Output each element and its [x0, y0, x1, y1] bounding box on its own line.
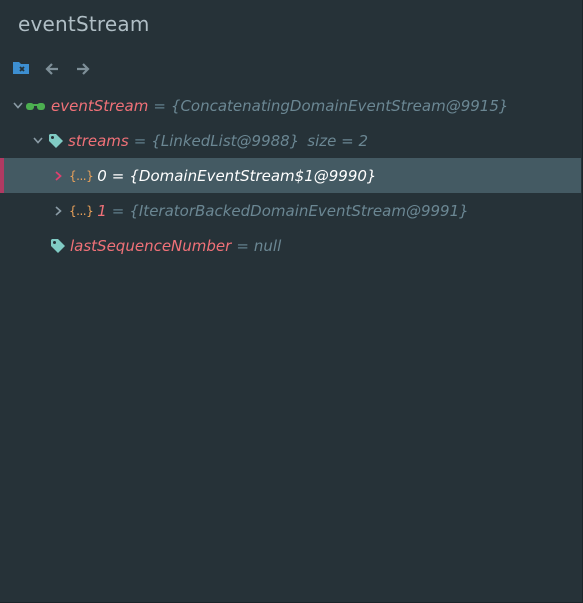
equals-sign: = — [236, 236, 249, 255]
object-braces-icon: {...} — [69, 168, 94, 183]
chevron-right-icon[interactable] — [52, 205, 64, 217]
variable-name: eventStream — [51, 96, 149, 115]
variables-tree: eventStream = {ConcatenatingDomainEventS… — [0, 88, 581, 263]
chevron-right-icon[interactable] — [52, 170, 64, 182]
tree-row-last-sequence-number[interactable]: lastSequenceNumber = null — [0, 228, 581, 263]
popup-title: eventStream — [18, 12, 150, 36]
field-tag-icon — [50, 238, 66, 254]
variable-name: streams — [68, 131, 129, 150]
variable-value: null — [253, 236, 282, 255]
equals-sign: = — [153, 96, 166, 115]
watch-glasses-icon — [25, 101, 47, 111]
tree-row-item-0[interactable]: {...} 0 = {DomainEventStream$1@9990} — [0, 158, 581, 193]
toolbar — [10, 58, 103, 80]
equals-sign: = — [111, 166, 125, 185]
folder-close-icon — [12, 60, 30, 79]
forward-arrow-icon — [76, 60, 90, 79]
variable-name: 1 — [97, 201, 107, 220]
debugger-popup: eventStream eventStream = {Concatenating… — [0, 0, 583, 603]
back-arrow-icon — [45, 60, 59, 79]
variable-name: lastSequenceNumber — [70, 236, 232, 255]
folder-close-button[interactable] — [10, 58, 32, 80]
back-button[interactable] — [41, 58, 63, 80]
tree-row-streams[interactable]: streams = {LinkedList@9988} size = 2 — [0, 123, 581, 158]
tree-row-item-1[interactable]: {...} 1 = {IteratorBackedDomainEventStre… — [0, 193, 581, 228]
tree-row-event-stream[interactable]: eventStream = {ConcatenatingDomainEventS… — [0, 88, 581, 123]
variable-value: {IteratorBackedDomainEventStream@9991} — [129, 201, 469, 220]
variable-value: {DomainEventStream$1@9990} — [129, 166, 377, 185]
collection-size: size = 2 — [307, 131, 368, 150]
forward-button[interactable] — [72, 58, 94, 80]
variable-value: {ConcatenatingDomainEventStream@9915} — [170, 96, 509, 115]
equals-sign: = — [133, 131, 147, 150]
chevron-down-icon[interactable] — [32, 135, 44, 147]
chevron-down-icon[interactable] — [12, 100, 24, 112]
variable-value: {LinkedList@9988} — [151, 131, 300, 150]
object-braces-icon: {...} — [69, 203, 94, 218]
equals-sign: = — [111, 201, 125, 220]
variable-name: 0 — [97, 166, 107, 185]
field-tag-icon — [48, 133, 64, 149]
